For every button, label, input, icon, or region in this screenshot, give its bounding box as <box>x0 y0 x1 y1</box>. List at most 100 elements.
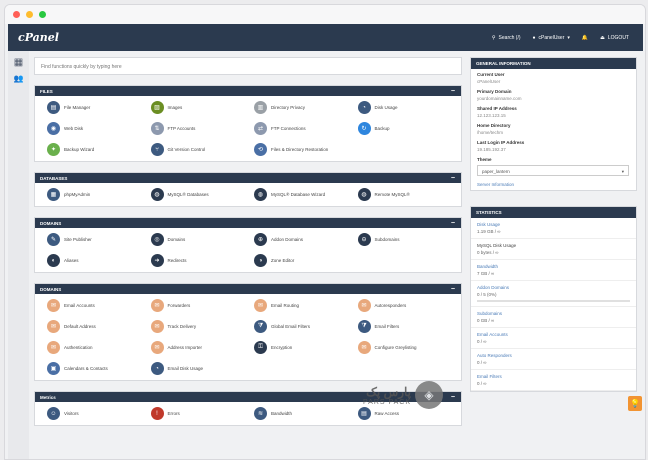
email-disk-usage-icon: ◔ <box>150 362 164 375</box>
section-title: DOMAINS <box>40 220 62 226</box>
stat-row: Subdomains 0 GB / ∞ <box>471 307 636 328</box>
tool-label: Domains <box>167 237 186 242</box>
section-header[interactable]: DATABASES − <box>35 173 461 183</box>
top-bar: cPanel ⚲ Search (/) ● cPanelUser ▾ 🔔 ⏏ LOGOU… <box>8 24 643 51</box>
minimize-dot[interactable] <box>26 11 33 18</box>
autoresponders-icon: ✉ <box>357 299 371 312</box>
header-search[interactable]: ⚲ Search (/) <box>492 35 521 41</box>
stat-label[interactable]: Disk Usage <box>477 222 630 227</box>
stat-label[interactable]: Auto Responders <box>477 353 630 358</box>
tool-item[interactable]: ◍ MySQL® Databases <box>145 187 249 202</box>
collapse-icon[interactable]: − <box>451 220 455 227</box>
tool-item[interactable]: ◉ Web Disk <box>41 121 145 136</box>
tool-item[interactable]: ✉ Autoresponders <box>352 298 456 313</box>
file-manager-icon: ▤ <box>47 101 60 114</box>
tool-item[interactable]: ◐ Aliases <box>41 253 145 268</box>
tool-item[interactable]: ▤ File Manager <box>41 100 145 115</box>
tool-item[interactable]: ✉ Configure Greylisting <box>352 340 456 355</box>
tool-item[interactable]: ✎ Site Publisher <box>41 232 145 247</box>
stat-label[interactable]: MySQL Disk Usage <box>477 243 630 248</box>
email-routing-icon: ✉ <box>254 299 267 312</box>
collapse-icon[interactable]: − <box>451 88 455 95</box>
tool-item[interactable]: ⇄ FTP Connections <box>248 121 352 136</box>
tool-item[interactable]: ✉ Email Routing <box>248 298 352 313</box>
tool-item[interactable]: ➜ Redirects <box>145 253 249 268</box>
tool-item[interactable]: ≋ Bandwidth <box>248 406 352 421</box>
tool-item[interactable]: ! Errors <box>145 406 249 421</box>
tool-item[interactable]: ◔ Email Disk Usage <box>145 361 249 376</box>
calendars-icon: ▣ <box>47 362 60 375</box>
stat-row: Addon Domains 0 / 5 (0%) <box>471 281 636 307</box>
stat-label[interactable]: Addon Domains <box>477 285 630 290</box>
tool-label: Encryption <box>271 345 293 350</box>
section-items: ▦ phpMyAdmin ◍ MySQL® Databases ◍ MySQL® Data… <box>35 183 461 206</box>
tool-label: File Manager <box>64 105 91 110</box>
address-importer-icon: ✉ <box>150 341 164 354</box>
subdomains-icon: ⊖ <box>357 233 371 246</box>
theme-select[interactable]: paper_lantern ▾ <box>477 165 629 176</box>
tool-item[interactable]: ⇅ FTP Accounts <box>145 121 249 136</box>
users-icon[interactable]: 👥 <box>8 74 29 83</box>
tool-item[interactable]: ⑂ Git Version Control <box>145 142 249 157</box>
function-search-input[interactable]: Find functions quickly by typing here <box>34 57 462 75</box>
tool-item[interactable]: ↻ Backup <box>352 121 456 136</box>
tool-item[interactable]: ✉ Default Address <box>41 319 145 334</box>
tool-item[interactable]: ◑ Zone Editor <box>248 253 352 268</box>
section-header[interactable]: FILES − <box>35 86 461 96</box>
tool-label: Calendars & Contacts <box>64 366 108 371</box>
stat-label[interactable]: Email Accounts <box>477 332 630 337</box>
tool-item[interactable]: ⚿ Encryption <box>248 340 352 355</box>
server-info-link[interactable]: Server Information <box>477 182 630 187</box>
tool-item[interactable]: ◍ Remote MySQL® <box>352 187 456 202</box>
addon-domains-icon: ⊕ <box>254 233 267 246</box>
tool-item[interactable]: ◍ MySQL® Database Wizard <box>248 187 352 202</box>
close-dot[interactable] <box>13 11 20 18</box>
tool-item[interactable]: ◎ Domains <box>145 232 249 247</box>
grid-icon[interactable]: ▦ <box>8 57 29 68</box>
primary-domain-value: yourdomainname.com <box>477 96 522 101</box>
logout-button[interactable]: ⏏ LOGOUT <box>600 35 629 41</box>
tool-item[interactable]: ▣ Calendars & Contacts <box>41 361 145 376</box>
feedback-icon[interactable]: 💡 <box>628 396 642 411</box>
stat-label[interactable]: Email Filters <box>477 374 630 379</box>
tool-item[interactable]: ⧩ Email Filters <box>352 319 456 334</box>
stat-label[interactable]: Bandwidth <box>477 264 630 269</box>
tool-label: Errors <box>167 411 180 416</box>
tool-label: Address Importer <box>167 345 203 350</box>
tool-label: Images <box>167 105 183 110</box>
tool-item[interactable]: ✉ Address Importer <box>145 340 249 355</box>
tool-item[interactable]: ✉ Forwarders <box>145 298 249 313</box>
tool-item[interactable]: ▦ phpMyAdmin <box>41 187 145 202</box>
section-header[interactable]: DOMAINS − <box>35 218 461 228</box>
section-header[interactable]: DOMAINS − <box>35 284 461 294</box>
cpanel-logo[interactable]: cPanel <box>18 31 59 44</box>
tool-item[interactable]: ✉ Email Accounts <box>41 298 145 313</box>
collapse-icon[interactable]: − <box>451 394 455 401</box>
tool-item[interactable]: ⧩ Global Email Filters <box>248 319 352 334</box>
user-menu[interactable]: ● cPanelUser ▾ <box>533 35 570 41</box>
collapse-icon[interactable]: − <box>451 286 455 293</box>
tool-item[interactable]: ▨ Images <box>145 100 249 115</box>
tool-label: Backup Wizard <box>64 147 95 152</box>
bell-icon[interactable]: 🔔 <box>582 35 588 41</box>
ftp-accounts-icon: ⇅ <box>150 122 164 135</box>
track-delivery-icon: ✉ <box>150 320 164 333</box>
search-icon: ⚲ <box>491 34 496 41</box>
tool-item[interactable]: ✉ Authentication <box>41 340 145 355</box>
tool-label: Addon Domains <box>271 237 304 242</box>
tool-item[interactable]: ☺ Visitors <box>41 406 145 421</box>
tool-item[interactable]: ◔ Disk Usage <box>352 100 456 115</box>
tool-item[interactable]: ▥ Directory Privacy <box>248 100 352 115</box>
tool-item[interactable]: ✦ Backup Wizard <box>41 142 145 157</box>
directory-privacy-icon: ▥ <box>254 101 267 114</box>
collapse-icon[interactable]: − <box>451 175 455 182</box>
email-filters-icon: ⧩ <box>357 320 371 333</box>
tool-item[interactable]: ⊖ Subdomains <box>352 232 456 247</box>
tool-item[interactable]: ✉ Track Delivery <box>145 319 249 334</box>
tool-label: Zone Editor <box>271 258 295 263</box>
zoom-dot[interactable] <box>39 11 46 18</box>
tool-item[interactable]: ⟲ Files & Directory Restoration <box>248 142 352 157</box>
tool-item[interactable]: ⊕ Addon Domains <box>248 232 352 247</box>
disk-usage-icon: ◔ <box>357 101 371 114</box>
stat-label[interactable]: Subdomains <box>477 311 630 316</box>
